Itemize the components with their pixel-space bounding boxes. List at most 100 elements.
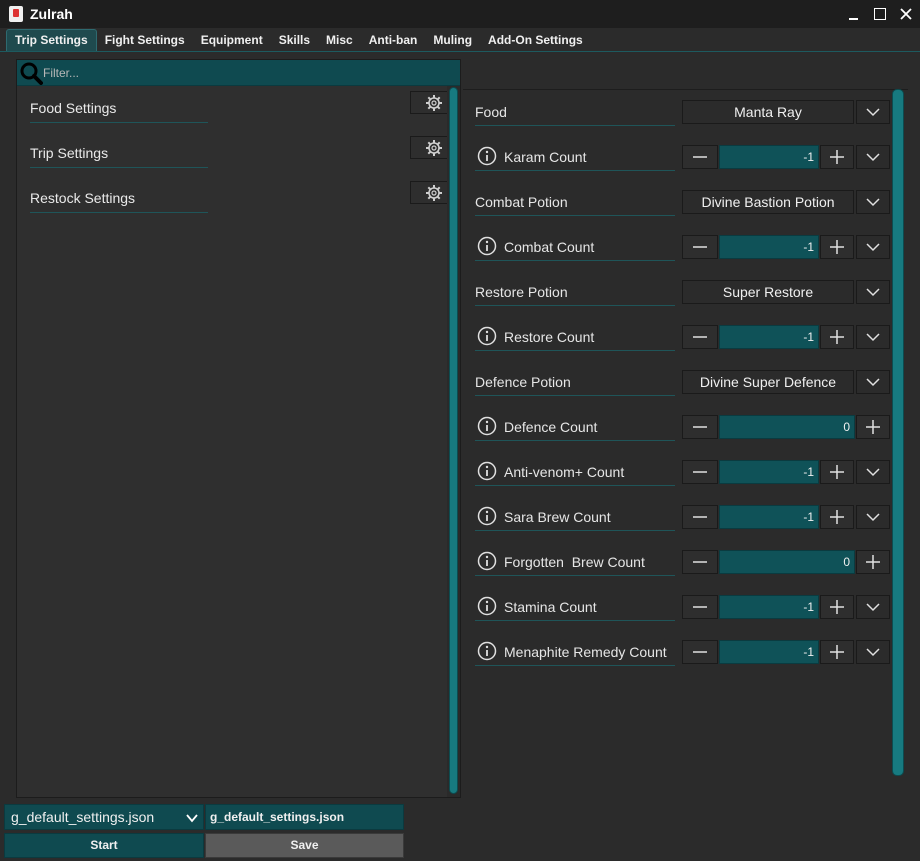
left-scrollbar-thumb[interactable] [449,87,458,794]
count-field[interactable]: -1 [719,460,819,484]
select-dropdown-button[interactable] [856,190,890,214]
save-button[interactable]: Save [205,833,404,858]
gear-icon [426,184,442,201]
tab-fight-settings[interactable]: Fight Settings [97,29,193,51]
select-dropdown-button[interactable] [856,100,890,124]
count-field[interactable]: -1 [719,325,819,349]
setting-select[interactable]: Divine Bastion Potion [682,190,854,214]
spinner-dropdown-button[interactable] [856,145,890,169]
decrement-button[interactable] [682,235,718,259]
count-field[interactable]: 0 [719,415,855,439]
setting-select[interactable]: Manta Ray [682,100,854,124]
tab-equipment[interactable]: Equipment [193,29,271,51]
chevron-down-icon [866,108,880,117]
decrement-button[interactable] [682,415,718,439]
setting-select[interactable]: Super Restore [682,280,854,304]
plus-icon [866,555,880,569]
right-scrollbar[interactable] [891,89,905,779]
start-button[interactable]: Start [4,833,204,858]
decrement-button[interactable] [682,460,718,484]
decrement-button[interactable] [682,505,718,529]
setting-label: Sara Brew Count [475,509,675,531]
spinner-dropdown-button[interactable] [856,460,890,484]
bottom-bar: g_default_settings.json g_default_settin… [0,802,920,861]
increment-button[interactable] [820,325,854,349]
spinner-dropdown-button[interactable] [856,325,890,349]
profile-name-field[interactable]: g_default_settings.json [205,804,404,830]
select-dropdown-button[interactable] [856,280,890,304]
decrement-button[interactable] [682,640,718,664]
count-field[interactable]: -1 [719,640,819,664]
spinner-dropdown-button[interactable] [856,595,890,619]
increment-button[interactable] [820,235,854,259]
increment-button[interactable] [820,505,854,529]
plus-icon [830,465,844,479]
info-icon[interactable] [477,596,497,616]
setting-label: Defence Potion [475,374,675,396]
info-icon[interactable] [477,551,497,571]
plus-icon [830,510,844,524]
profile-select[interactable]: g_default_settings.json [4,804,204,830]
decrement-button[interactable] [682,550,718,574]
tab-anti-ban[interactable]: Anti-ban [361,29,426,51]
tab-misc[interactable]: Misc [318,29,361,51]
maximize-icon[interactable] [874,8,886,20]
plus-icon [830,645,844,659]
info-icon[interactable] [477,236,497,256]
chevron-down-icon [866,603,880,612]
increment-button[interactable] [820,145,854,169]
spinner-dropdown-button[interactable] [856,640,890,664]
info-icon[interactable] [477,146,497,166]
increment-button[interactable] [820,460,854,484]
select-dropdown-button[interactable] [856,370,890,394]
setting-row: Forgotten Brew Count 0 [475,550,891,576]
setting-label: Restore Potion [475,284,675,306]
info-icon[interactable] [477,641,497,661]
category-item-label: Restock Settings [30,190,208,213]
decrement-button[interactable] [682,145,718,169]
left-scrollbar[interactable] [447,86,460,797]
filter-input[interactable] [43,64,453,82]
decrement-button[interactable] [682,325,718,349]
spinner-dropdown-button[interactable] [856,235,890,259]
setting-row: Combat Count -1 [475,235,891,261]
tab-skills[interactable]: Skills [271,29,318,51]
tab-add-on-settings[interactable]: Add-On Settings [480,29,591,51]
count-field[interactable]: -1 [719,235,819,259]
window-title: Zulrah [30,6,73,22]
close-icon[interactable] [900,8,912,20]
increment-button[interactable] [856,415,890,439]
info-icon[interactable] [477,461,497,481]
tab-trip-settings[interactable]: Trip Settings [6,29,97,51]
setting-select[interactable]: Divine Super Defence [682,370,854,394]
setting-label: Defence Count [475,419,675,441]
increment-button[interactable] [820,595,854,619]
tab-muling[interactable]: Muling [425,29,480,51]
count-field[interactable]: -1 [719,595,819,619]
setting-row: Restore Potion Super Restore [475,280,891,306]
info-icon[interactable] [477,326,497,346]
gear-icon [426,94,442,111]
chevron-down-icon [866,513,880,522]
increment-button[interactable] [820,640,854,664]
count-field[interactable]: 0 [719,550,855,574]
info-icon[interactable] [477,416,497,436]
count-field[interactable]: -1 [719,145,819,169]
minus-icon [693,426,707,428]
category-item[interactable]: Trip Settings [30,136,458,175]
chevron-down-icon [866,243,880,252]
category-item[interactable]: Food Settings [30,91,458,130]
increment-button[interactable] [856,550,890,574]
minimize-icon[interactable] [848,8,860,20]
info-icon[interactable] [477,506,497,526]
decrement-button[interactable] [682,595,718,619]
count-field[interactable]: -1 [719,505,819,529]
setting-row: Karam Count -1 [475,145,891,171]
right-scrollbar-thumb[interactable] [892,89,904,776]
settings-category-panel: Food Settings Trip Settings Restock Sett… [16,59,461,798]
plus-icon [830,240,844,254]
category-item[interactable]: Restock Settings [30,181,458,220]
setting-label: Restore Count [475,329,675,351]
spinner-dropdown-button[interactable] [856,505,890,529]
minus-icon [693,561,707,563]
